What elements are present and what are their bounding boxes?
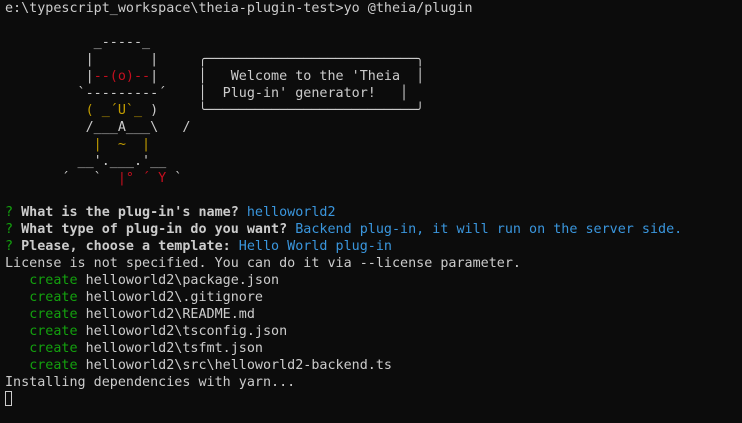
created-file: helloworld2\README.md bbox=[85, 307, 255, 322]
created-file: helloworld2\tsconfig.json bbox=[85, 324, 288, 339]
art-line: |--(o)--| │ Welcome to the 'Theia │ bbox=[5, 68, 742, 85]
art-fragment: ` bbox=[166, 171, 183, 186]
question-text: What type of plug-in do you want? bbox=[13, 222, 296, 237]
art-line: ´ ` |° ´ Y ` bbox=[5, 170, 742, 187]
question-text: What is the plug-in's name? bbox=[13, 205, 247, 220]
create-line: create helloworld2\src\helloworld2-backe… bbox=[5, 357, 742, 374]
art-fragment: | bbox=[5, 137, 118, 152]
create-label: create bbox=[29, 290, 78, 305]
created-file: helloworld2\src\helloworld2-backend.ts bbox=[85, 358, 392, 373]
art-fragment: ( bbox=[5, 103, 102, 118]
answer-text: Hello World plug-in bbox=[238, 239, 392, 254]
art-fragment: ´ ` bbox=[5, 171, 118, 186]
art-line: /___A___\ / bbox=[5, 120, 191, 135]
create-label: create bbox=[29, 341, 78, 356]
text-cursor bbox=[5, 391, 12, 406]
art-fragment: |° ´ Y bbox=[117, 171, 167, 186]
create-line: create helloworld2\tsfmt.json bbox=[5, 340, 742, 357]
art-fragment: | │ Welcome to the 'Theia │ bbox=[150, 69, 425, 84]
terminal-window[interactable]: e:\typescript_workspace\theia-plugin-tes… bbox=[0, 0, 742, 423]
art-line: __'.___.'__ bbox=[5, 154, 167, 169]
create-line: create helloworld2\.gitignore bbox=[5, 289, 742, 306]
art-fragment: | bbox=[125, 137, 151, 152]
question-mark: ? bbox=[5, 239, 14, 254]
art-fragment: | bbox=[5, 69, 94, 84]
installing-message: Installing dependencies with yarn... bbox=[5, 375, 296, 390]
command-line: e:\typescript_workspace\theia-plugin-tes… bbox=[5, 0, 742, 17]
input-line[interactable] bbox=[5, 391, 742, 408]
art-line: | ~ | bbox=[5, 136, 742, 153]
prompt-question-type: ? What type of plug-in do you want? Back… bbox=[5, 221, 742, 238]
answer-text: Backend plug-in, it will run on the serv… bbox=[295, 222, 683, 237]
created-file: helloworld2\.gitignore bbox=[85, 290, 263, 305]
prompt-question-template: ? Please, choose a template: Hello World… bbox=[5, 238, 742, 255]
art-line: ( _´U`_ ) ╰──────────────────────────╯ bbox=[5, 102, 742, 119]
art-line: `---------´ │ Plug-in' generator! │ bbox=[5, 86, 409, 101]
license-message: License is not specified. You can do it … bbox=[5, 256, 521, 271]
art-fragment: _´U`_ bbox=[101, 103, 143, 118]
question-mark: ? bbox=[5, 205, 14, 220]
question-text: Please, choose a template: bbox=[13, 239, 239, 254]
create-label: create bbox=[29, 307, 78, 322]
create-label: create bbox=[29, 273, 78, 288]
created-file: helloworld2\package.json bbox=[85, 273, 280, 288]
art-fragment: ) ╰──────────────────────────╯ bbox=[142, 103, 425, 118]
prompt-path: e:\typescript_workspace\theia-plugin-tes… bbox=[5, 1, 344, 16]
art-line: | | ╭──────────────────────────╮ bbox=[5, 52, 425, 67]
art-fragment: ~ bbox=[117, 137, 126, 152]
answer-text: helloworld2 bbox=[246, 205, 336, 220]
command-text: yo @theia/plugin bbox=[343, 1, 473, 16]
prompt-question-name: ? What is the plug-in's name? helloworld… bbox=[5, 204, 742, 221]
create-label: create bbox=[29, 358, 78, 373]
create-label: create bbox=[29, 324, 78, 339]
create-line: create helloworld2\README.md bbox=[5, 306, 742, 323]
art-line: _-----_ bbox=[5, 35, 151, 50]
create-line: create helloworld2\package.json bbox=[5, 272, 742, 289]
yeoman-ascii-art: _-----_ | | ╭──────────────────────────╮… bbox=[5, 34, 742, 187]
question-mark: ? bbox=[5, 222, 14, 237]
art-fragment: --(o)-- bbox=[93, 69, 151, 84]
created-file: helloworld2\tsfmt.json bbox=[85, 341, 263, 356]
create-line: create helloworld2\tsconfig.json bbox=[5, 323, 742, 340]
